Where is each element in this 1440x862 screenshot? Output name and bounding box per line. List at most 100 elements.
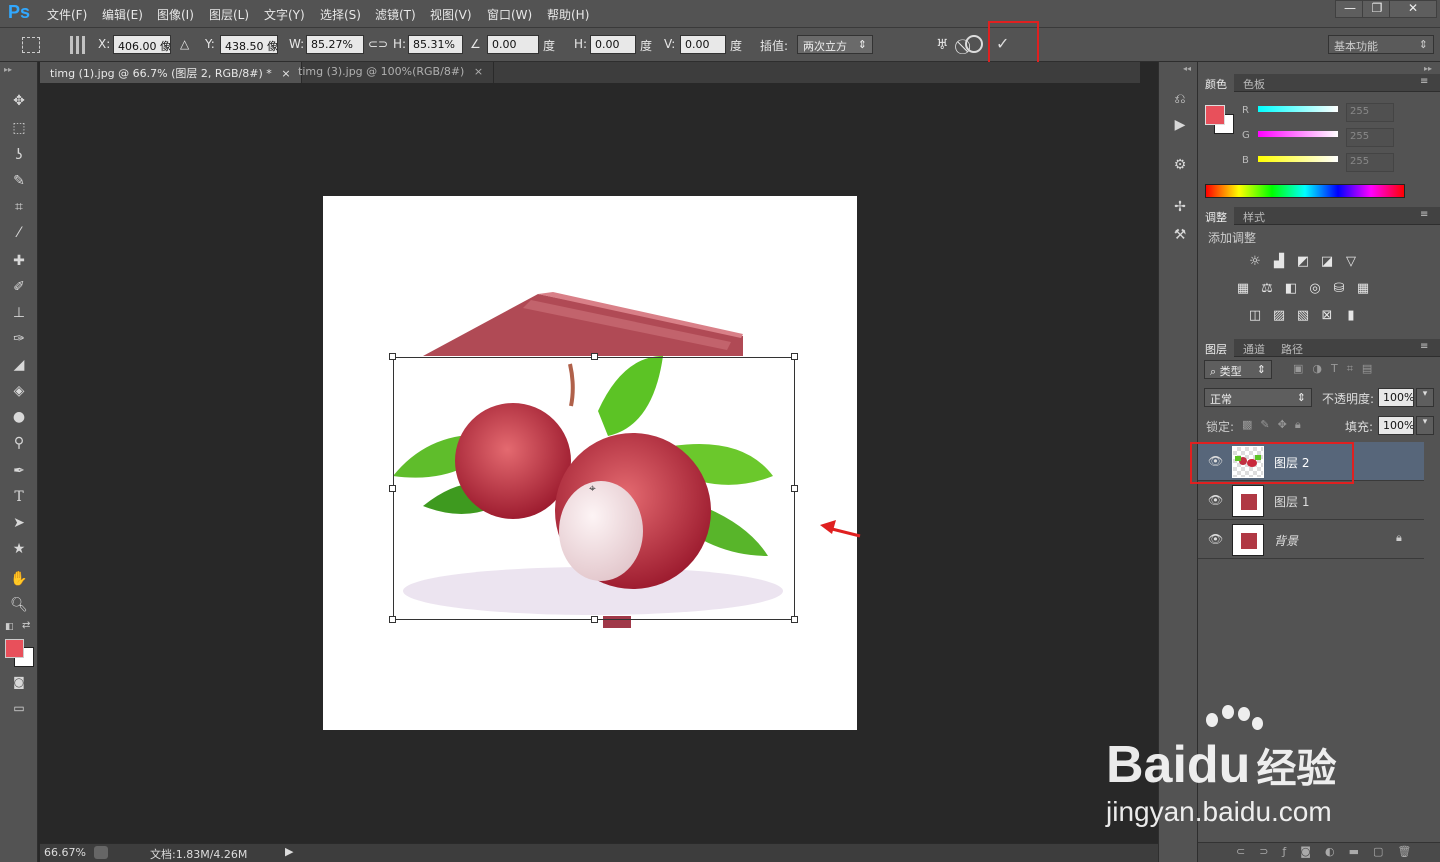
exposure-icon[interactable]: ◪: [1318, 254, 1336, 270]
threshold-icon[interactable]: ▧: [1294, 308, 1312, 324]
layer-footer-icons[interactable]: ⊂⊃ƒ◙◐▬▢🗑︎: [1236, 845, 1425, 858]
close-window-button[interactable]: ✕: [1389, 0, 1437, 18]
fill-field[interactable]: 100%: [1378, 416, 1414, 435]
history-brush-tool-icon[interactable]: ✑: [7, 328, 31, 350]
warp-icon[interactable]: ♅: [936, 37, 949, 53]
color-spectrum[interactable]: [1205, 184, 1405, 198]
menu-select[interactable]: 选择(S): [320, 6, 361, 23]
transform-handle[interactable]: [791, 616, 798, 623]
transform-tool-icon[interactable]: [22, 37, 40, 53]
transform-handle[interactable]: [791, 485, 798, 492]
tab-timg3[interactable]: timg (3).jpg @ 100%(RGB/8#) ×: [288, 62, 495, 83]
hand-tool-icon[interactable]: ✋: [7, 568, 31, 590]
visibility-eye-icon[interactable]: 👁︎: [1208, 532, 1223, 546]
lasso-tool-icon[interactable]: ʖ: [7, 144, 31, 166]
history-panel-icon[interactable]: ⎌: [1168, 88, 1192, 110]
delta-icon[interactable]: △: [180, 37, 189, 51]
b-value[interactable]: 255: [1346, 153, 1394, 172]
channel-mixer-icon[interactable]: ⛁: [1330, 281, 1348, 297]
opacity-field[interactable]: 100%: [1378, 388, 1414, 407]
tab-color[interactable]: 颜色: [1198, 74, 1234, 92]
tab-channels[interactable]: 通道: [1236, 339, 1272, 357]
reference-point-icon[interactable]: [70, 36, 88, 54]
eyedropper-tool-icon[interactable]: ⁄: [7, 222, 31, 244]
invert-icon[interactable]: ◫: [1246, 308, 1264, 324]
swap-colors-icon[interactable]: ⇄: [22, 620, 30, 631]
collapse-tools-icon[interactable]: ▸▸: [4, 65, 12, 74]
path-select-tool-icon[interactable]: ➤: [7, 512, 31, 534]
brush-tool-icon[interactable]: ✐: [7, 276, 31, 298]
layer-row-background[interactable]: 👁︎ 背景 🔒︎: [1198, 520, 1424, 559]
pen-tool-icon[interactable]: ✒: [7, 460, 31, 482]
brush-presets-icon[interactable]: ✢: [1168, 196, 1192, 218]
menu-edit[interactable]: 编辑(E): [102, 6, 143, 23]
menu-type[interactable]: 文字(Y): [264, 6, 305, 23]
brightness-icon[interactable]: ☼: [1246, 254, 1264, 270]
color-lookup-icon[interactable]: ▦: [1354, 281, 1372, 297]
screen-mode-icon[interactable]: ▭: [7, 697, 31, 719]
foreground-color-swatch[interactable]: [5, 639, 24, 658]
menu-filter[interactable]: 滤镜(T): [375, 6, 416, 23]
menu-image[interactable]: 图像(I): [157, 6, 194, 23]
collapse-panels-icon[interactable]: ▸▸: [1424, 64, 1432, 73]
quick-mask-icon[interactable]: ◙: [7, 671, 31, 693]
curves-icon[interactable]: ◩: [1294, 254, 1312, 270]
cancel-transform-button[interactable]: [965, 35, 983, 53]
type-tool-icon[interactable]: T: [7, 486, 31, 508]
tab-styles[interactable]: 样式: [1236, 207, 1272, 225]
transform-handle[interactable]: [389, 353, 396, 360]
x-field[interactable]: 406.00 像: [113, 35, 171, 54]
status-menu-arrow-icon[interactable]: ▶: [285, 845, 293, 858]
vibrance-icon[interactable]: ▽: [1342, 254, 1360, 270]
document-canvas[interactable]: ⌖: [323, 196, 857, 730]
menu-window[interactable]: 窗口(W): [487, 6, 532, 23]
h-field[interactable]: 85.31%: [408, 35, 463, 54]
minimize-button[interactable]: —: [1335, 0, 1365, 18]
panel-menu-icon[interactable]: ≡: [1420, 209, 1428, 220]
opacity-dropdown-icon[interactable]: ▾: [1416, 388, 1434, 407]
brush-panel-icon[interactable]: ⚒: [1168, 224, 1192, 246]
collapse-strip-icon[interactable]: ◂◂: [1183, 64, 1191, 73]
transform-handle[interactable]: [791, 353, 798, 360]
healing-brush-tool-icon[interactable]: ✚: [7, 250, 31, 272]
g-slider[interactable]: [1258, 131, 1338, 137]
link-icon[interactable]: ⊂⊃: [368, 37, 388, 51]
properties-panel-icon[interactable]: ⚙: [1168, 154, 1192, 176]
r-value[interactable]: 255: [1346, 103, 1394, 122]
color-foreground-swatch[interactable]: [1205, 105, 1225, 125]
selective-color-icon[interactable]: ⊠: [1318, 308, 1336, 324]
tab-adjustments[interactable]: 调整: [1198, 207, 1234, 225]
lock-icons[interactable]: ▩✎✥🔒︎: [1242, 418, 1309, 432]
transform-handle[interactable]: [591, 353, 598, 360]
hskew-field[interactable]: 0.00: [590, 35, 636, 54]
menu-file[interactable]: 文件(F): [47, 6, 87, 23]
status-info-icon[interactable]: [94, 846, 108, 859]
black-white-icon[interactable]: ◧: [1282, 281, 1300, 297]
w-field[interactable]: 85.27%: [306, 35, 364, 54]
tab-timg1[interactable]: timg (1).jpg @ 66.7% (图层 2, RGB/8#) * ×: [40, 62, 302, 83]
panel-menu-icon[interactable]: ≡: [1420, 76, 1428, 87]
workspace-select[interactable]: 基本功能 ⇕: [1328, 35, 1434, 54]
menu-layer[interactable]: 图层(L): [209, 6, 249, 23]
levels-icon[interactable]: ▟: [1270, 254, 1288, 270]
color-balance-icon[interactable]: ⚖: [1258, 281, 1276, 297]
gradient-map-icon[interactable]: ▮: [1342, 308, 1360, 324]
visibility-eye-icon[interactable]: 👁︎: [1208, 493, 1223, 507]
layer-row-layer1[interactable]: 👁︎ 图层 1: [1198, 481, 1424, 520]
menu-help[interactable]: 帮助(H): [547, 6, 589, 23]
transform-center-icon[interactable]: ⌖: [589, 481, 596, 496]
r-slider[interactable]: [1258, 106, 1338, 112]
zoom-tool-icon[interactable]: 🔍︎: [7, 594, 31, 616]
close-tab-icon[interactable]: ×: [474, 65, 483, 78]
move-tool-icon[interactable]: ✥: [7, 90, 31, 112]
transform-handle[interactable]: [389, 616, 396, 623]
posterize-icon[interactable]: ▨: [1270, 308, 1288, 324]
fill-dropdown-icon[interactable]: ▾: [1416, 416, 1434, 435]
hue-sat-icon[interactable]: ▦: [1234, 281, 1252, 297]
panel-menu-icon[interactable]: ≡: [1420, 341, 1428, 352]
zoom-level[interactable]: 66.67%: [44, 846, 86, 859]
layer-filter-icons[interactable]: ▣◑T⌗▤: [1293, 362, 1381, 376]
dodge-tool-icon[interactable]: ⚲: [7, 432, 31, 454]
transform-handle[interactable]: [389, 485, 396, 492]
blend-mode-select[interactable]: 正常 ⇕: [1204, 388, 1312, 407]
